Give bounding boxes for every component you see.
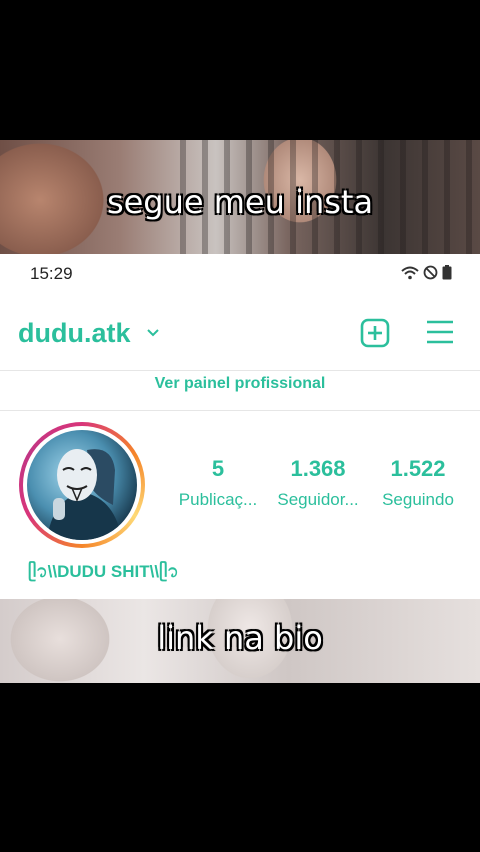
chevron-down-icon[interactable] — [146, 328, 160, 338]
posts-count: 5 — [211, 456, 225, 481]
anonymous-mask-avatar-image — [47, 449, 122, 540]
professional-dashboard-link[interactable]: Ver painel profissional — [0, 370, 480, 411]
following-count: 1.522 — [390, 456, 446, 481]
profile-header: dudu.atk — [0, 294, 480, 371]
stat-posts[interactable]: 5 Publicaç... — [168, 456, 268, 510]
do-not-disturb-icon — [423, 265, 438, 280]
create-post-icon[interactable] — [360, 318, 390, 348]
status-icons — [401, 265, 452, 280]
wifi-icon — [401, 266, 419, 279]
hamburger-menu-icon[interactable] — [425, 319, 455, 345]
battery-icon — [442, 265, 452, 280]
followers-label: Seguidor... — [277, 490, 359, 509]
professional-dashboard-label: Ver painel profissional — [154, 375, 326, 392]
username-switcher[interactable]: dudu.atk — [18, 318, 131, 349]
video-caption-bottom: link na bio — [157, 619, 323, 657]
status-time: 15:29 — [30, 264, 73, 283]
followers-count: 1.368 — [290, 456, 346, 481]
following-label: Seguindo — [382, 490, 454, 509]
instagram-profile-screenshot: 15:29 dudu.atk Ver painel profissional 5… — [0, 254, 480, 599]
posts-label: Publicaç... — [178, 490, 258, 509]
profile-stats: 5 Publicaç... 1.368 Seguidor... 1.522 Se… — [168, 456, 468, 510]
avatar — [27, 430, 137, 540]
status-bar: 15:29 — [0, 254, 480, 294]
avatar-story-ring[interactable] — [19, 422, 145, 548]
stat-followers[interactable]: 1.368 Seguidor... — [268, 456, 368, 510]
profile-display-name: ᥫ᭡\\DUDU SHIT\\ᥫ᭡ — [28, 562, 179, 581]
stat-following[interactable]: 1.522 Seguindo — [368, 456, 468, 510]
video-caption-top: segue meu insta — [106, 183, 374, 221]
